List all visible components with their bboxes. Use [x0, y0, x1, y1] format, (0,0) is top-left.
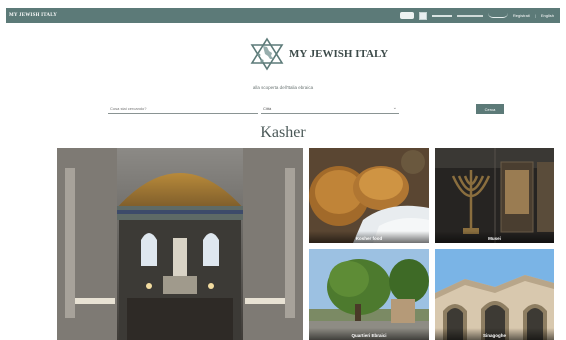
section-title: Kasher: [260, 124, 306, 141]
star-of-david-map-icon: [250, 37, 284, 71]
search-button[interactable]: Cerca: [476, 104, 504, 114]
search-bar: Città ⌄ Cerca: [0, 100, 566, 120]
site-logo[interactable]: MY JEWISH ITALY: [248, 37, 388, 71]
register-link[interactable]: Registrati: [513, 13, 530, 18]
hero-section: MY JEWISH ITALY alla scoperta dell'Itali…: [0, 23, 566, 97]
top-navbar: MY JEWISH ITALY Registrati | English: [6, 8, 560, 23]
museum-menorah-image: [435, 148, 554, 243]
partner-logo-icon[interactable]: [456, 14, 483, 17]
chevron-down-icon: ⌄: [392, 105, 397, 111]
partner-logo-icon[interactable]: [399, 12, 414, 19]
tile-jewish-quarters[interactable]: Quartieri Ebraici: [309, 249, 429, 340]
partner-logos: Registrati | English: [399, 8, 554, 23]
logo-title: MY JEWISH ITALY: [289, 48, 389, 60]
site-tagline: alla scoperta dell'Italia ebraica: [252, 85, 314, 90]
city-select-value: Città: [263, 106, 272, 111]
synagogue-interior-image: [57, 148, 303, 340]
brand-logo-text[interactable]: MY JEWISH ITALY: [9, 13, 57, 18]
language-link[interactable]: English: [541, 13, 554, 18]
tile-label: Kosher food: [355, 236, 383, 241]
search-input[interactable]: [108, 104, 258, 114]
synagogue-facade-image: [435, 249, 554, 340]
tile-museums[interactable]: Musei: [435, 148, 554, 243]
nav-separator: |: [534, 13, 536, 18]
partner-logo-icon[interactable]: [418, 11, 427, 20]
tile-label: Quartieri Ebraici: [351, 333, 387, 338]
city-select[interactable]: Città ⌄: [261, 104, 399, 114]
tile-label: Musei: [488, 236, 501, 241]
kosher-food-image: [309, 148, 429, 243]
tile-synagogues[interactable]: Sinagoghe: [435, 249, 554, 340]
tile-kosher-food[interactable]: Kosher food: [309, 148, 429, 243]
jewish-quarter-image: [309, 249, 429, 340]
tile-label: Sinagoghe: [482, 333, 506, 338]
tile-synagogue-interior[interactable]: [57, 148, 303, 340]
partner-logo-icon[interactable]: [431, 14, 452, 17]
partner-logo-icon[interactable]: [487, 13, 508, 18]
